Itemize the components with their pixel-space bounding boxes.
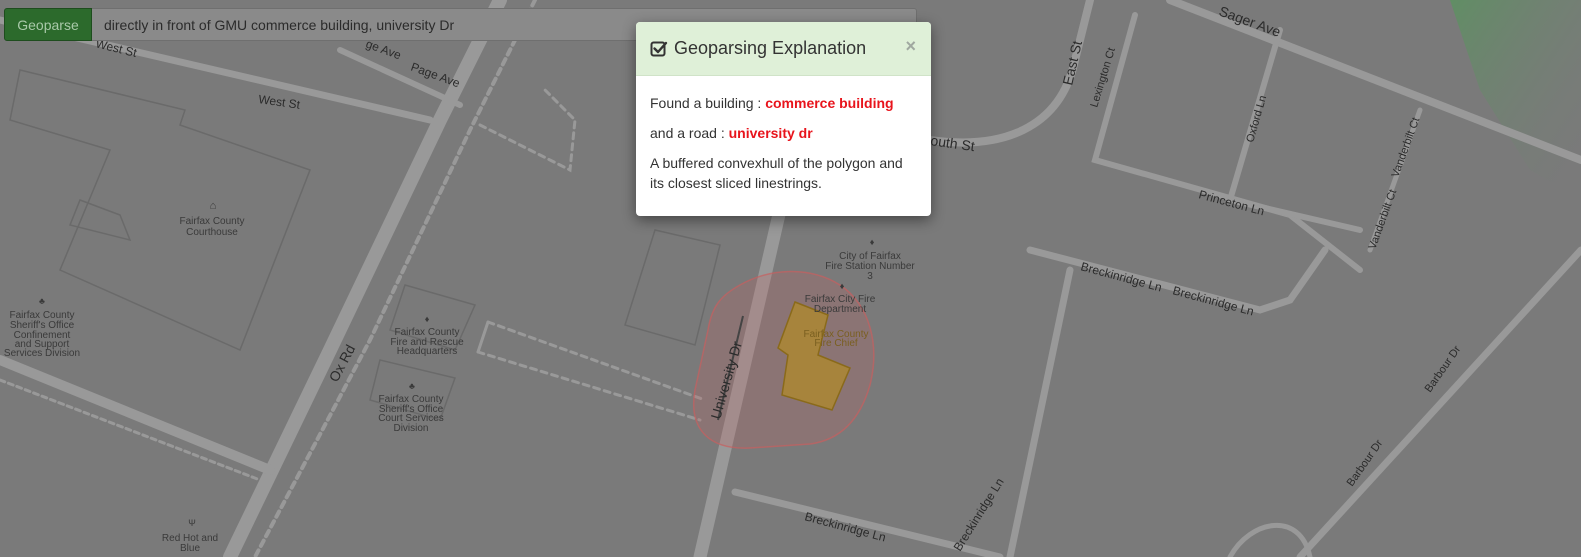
label-vanderbilt-ct-a: Vanderbilt Ct: [1367, 188, 1400, 251]
method-description: A buffered convexhull of the polygon and…: [650, 155, 903, 191]
label-breckinridge-c: Breckinridge Ln: [803, 509, 887, 544]
modal-title: Geoparsing Explanation: [674, 38, 867, 58]
label-east-st: East St: [1059, 39, 1085, 87]
sheriff-icon: ♣: [39, 296, 45, 306]
modal-body: Found a building : commerce building and…: [636, 76, 931, 193]
label-west-st-b: West St: [258, 92, 302, 112]
fire-station-icon: ♦: [870, 237, 875, 247]
label-breckinridge-a: Breckinridge Ln: [1079, 259, 1163, 294]
poi-fire-chief-2: Fire Chief: [814, 338, 858, 349]
label-breckinridge-d: Breckinridge Ln: [951, 475, 1007, 553]
close-icon[interactable]: ×: [905, 36, 916, 56]
building-line: Found a building : commerce building: [650, 93, 917, 113]
geoparse-button[interactable]: Geoparse: [4, 8, 92, 41]
sheriff-court-icon: ♣: [409, 381, 415, 391]
road-value: university dr: [728, 125, 813, 141]
restaurant-icon: Ψ: [188, 518, 196, 528]
building-value: commerce building: [765, 95, 894, 111]
poi-station-3: 3: [867, 271, 873, 282]
geoparsing-explanation-modal: Geoparsing Explanation × Found a buildin…: [636, 22, 931, 216]
poi-sheriff-c-5: Services Division: [4, 348, 80, 359]
poi-red-hot-2: Blue: [180, 543, 200, 554]
poi-courthouse-1: Fairfax County: [179, 216, 244, 227]
fire-rescue-icon: ♦: [425, 314, 430, 324]
label-south-st: outh St: [930, 132, 976, 154]
fire-dept-icon: ♦: [840, 281, 845, 291]
modal-header: Geoparsing Explanation ×: [636, 22, 931, 76]
road-line: and a road : university dr: [650, 123, 917, 143]
label-vanderbilt-ct-b: Vanderbilt Ct: [1390, 116, 1423, 179]
label-oxford-ln: Oxford Ln: [1244, 94, 1269, 144]
poi-fire-hq-3: Headquarters: [397, 346, 458, 357]
courthouse-icon: ⌂: [210, 200, 217, 212]
poi-fire-dept-2: Department: [814, 304, 866, 315]
road-prefix: and a road :: [650, 125, 729, 141]
label-breckinridge-b: Breckinridge Ln: [1171, 283, 1255, 318]
poi-courthouse-2: Courthouse: [186, 227, 238, 238]
building-prefix: Found a building :: [650, 95, 766, 111]
check-square-icon: [650, 40, 668, 58]
poi-sheriff-ct-4: Division: [393, 423, 428, 434]
park-area: [1450, 0, 1581, 200]
